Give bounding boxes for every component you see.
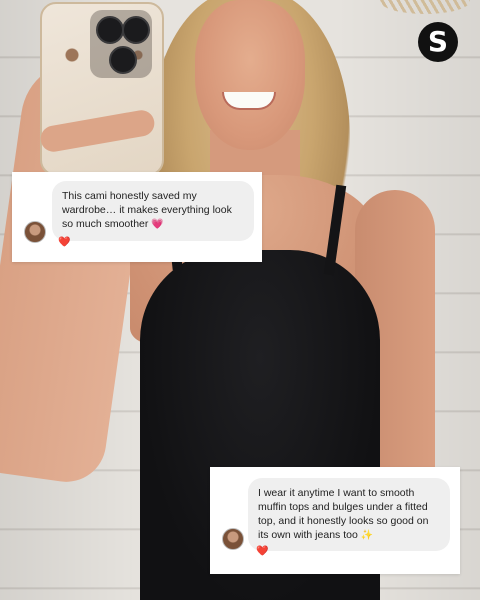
comment-card: This cami honestly saved my wardrobe… it… (12, 172, 262, 262)
comment-card: I wear it anytime I want to smooth muffi… (210, 467, 460, 574)
face (195, 0, 305, 150)
camera-module (90, 10, 152, 78)
comment-text: This cami honestly saved my wardrobe… it… (62, 190, 232, 230)
sparkle-emoji-icon: ✨ (360, 530, 374, 541)
comment-bubble: This cami honestly saved my wardrobe… it… (52, 181, 254, 241)
camera-lens-icon (122, 16, 150, 44)
avatar[interactable] (24, 221, 46, 243)
camera-lens-icon (109, 46, 137, 74)
comment-text: I wear it anytime I want to smooth muffi… (258, 487, 429, 541)
avatar[interactable] (222, 528, 244, 550)
like-heart-icon[interactable]: ❤️ (256, 547, 268, 557)
camera-lens-icon (96, 16, 124, 44)
heart-emoji-icon: 💗 (151, 219, 164, 230)
brand-logo-letter: S (427, 25, 449, 58)
comment-bubble: I wear it anytime I want to smooth muffi… (248, 478, 450, 551)
like-heart-icon[interactable]: ❤️ (58, 238, 70, 248)
brand-logo[interactable]: S (418, 22, 458, 62)
